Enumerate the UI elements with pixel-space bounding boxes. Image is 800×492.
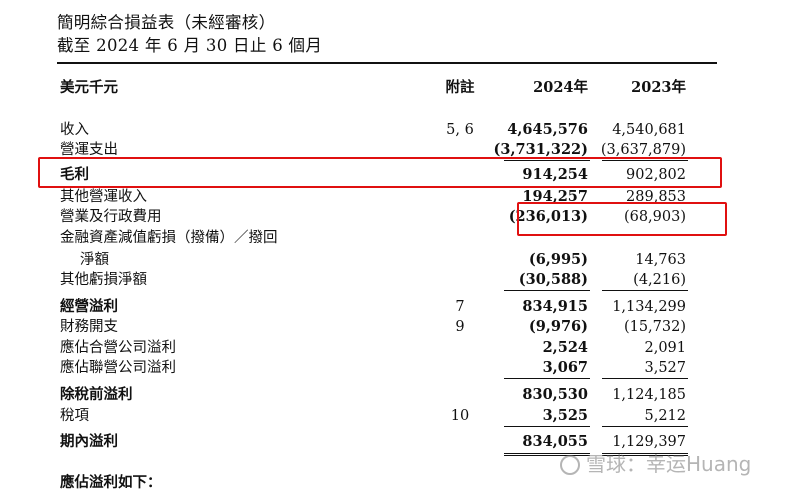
watermark: 雪球：幸运Huang [560,448,751,477]
admin-expense-highlight-box [517,202,727,236]
row-label: 稅項 [60,408,89,424]
note-header: 附註 [445,79,475,96]
row-label: 金融資產減值虧損（撥備）／撥回 [60,230,278,246]
statement-title: 簡明綜合損益表（未經審核） [57,13,276,32]
subtotal-line-2023 [602,290,688,291]
row-value-2023: 4,540,681 [612,122,686,138]
row-label: 期內溢利 [60,433,118,450]
row-value-2024: 4,645,576 [507,121,588,138]
document-page: { "title_line1": "簡明綜合損益表（未經審核）", "title… [0,0,800,491]
row-label: 淨額 [80,252,109,268]
row-value-2024: (30,588) [518,271,588,288]
row-note: 7 [455,299,465,315]
row-label: 應佔溢利如下： [60,474,162,491]
row-note: 5, 6 [446,122,474,138]
subtotal-line-2024 [504,290,590,291]
row-value-2023: 2,091 [644,340,686,356]
row-label: 收入 [60,122,89,138]
gross-profit-highlight-box [38,157,722,188]
subtotal-line-2024 [504,378,590,379]
row-label: 除稅前溢利 [60,386,133,403]
statement-period: 截至 2024 年 6 月 30 日止 6 個月 [57,36,323,55]
row-value-2023: (15,732) [623,319,686,335]
year-2024-header: 2024年 [533,79,588,96]
watermark-text: 雪球：幸运Huang [586,452,752,476]
row-value-2023: 1,134,299 [612,299,686,315]
row-value-2023: (4,216) [633,272,686,288]
row-label: 其他營運收入 [60,189,147,205]
row-value-2023: 5,212 [644,408,686,424]
subtotal-line-2023 [602,378,688,379]
row-note: 9 [455,319,465,335]
row-value-2023: 14,763 [635,252,686,268]
row-label: 經營溢利 [60,298,118,315]
subtotal-line-2024 [504,426,590,427]
row-value-2024: (6,995) [528,251,588,268]
row-label: 營業及行政費用 [60,209,162,225]
row-label: 財務開支 [60,319,118,335]
subtotal-line-2023 [602,426,688,427]
row-note: 10 [450,408,470,424]
row-value-2024: 834,915 [522,298,588,315]
row-value-2024: 3,525 [542,407,588,424]
row-value-2024: 3,067 [542,359,588,376]
row-label: 其他虧損淨額 [60,272,147,288]
header-rule-top [57,62,717,64]
row-value-2024: (9,976) [528,318,588,335]
snowball-logo-icon [560,455,580,475]
row-label: 應佔合營公司溢利 [60,340,176,356]
row-value-2024: 2,524 [542,339,588,356]
row-value-2023: 1,124,185 [612,387,686,403]
row-value-2023: 3,527 [644,360,686,376]
row-label: 應佔聯營公司溢利 [60,360,176,376]
year-2023-header: 2023年 [631,79,686,96]
unit-header: 美元千元 [60,79,118,96]
row-value-2024: 830,530 [522,386,588,403]
